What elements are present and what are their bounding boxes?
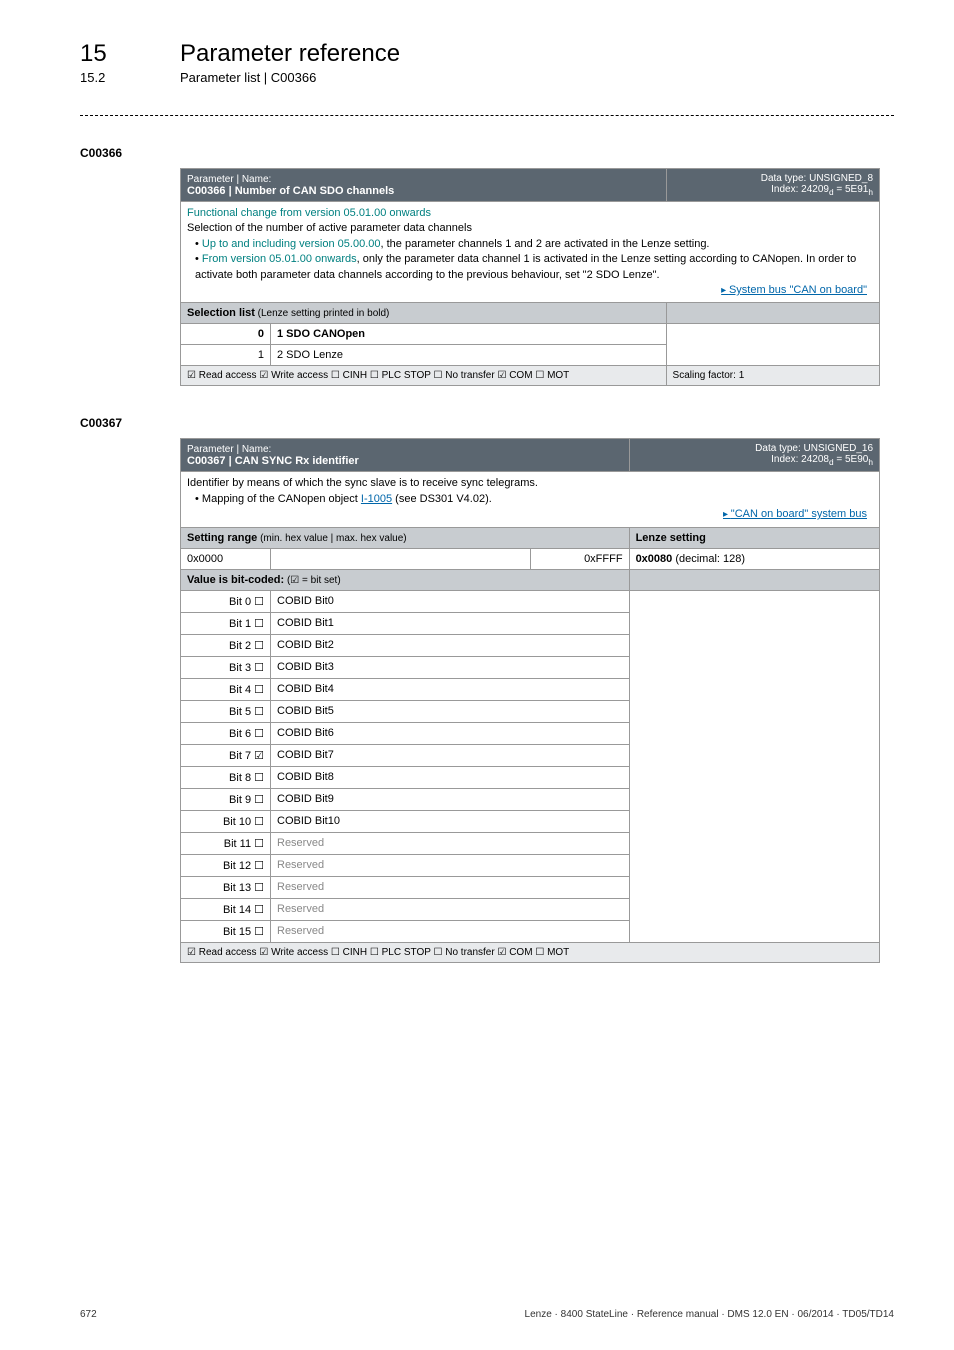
bit-value: COBID Bit7	[271, 744, 630, 766]
bit-value: COBID Bit8	[271, 766, 630, 788]
bullet-2: From version 05.01.00 onwards, only the …	[195, 252, 873, 283]
system-bus-link[interactable]: System bus "CAN on board"	[187, 283, 873, 298]
bit-value: COBID Bit2	[271, 634, 630, 656]
bullet-1: Up to and including version 05.00.00, th…	[195, 237, 873, 252]
bit-key: Bit 3 ☐	[181, 656, 271, 678]
bit-value: COBID Bit10	[271, 810, 630, 832]
param-name-label: Parameter | Name:	[187, 174, 271, 185]
sel-key-1: 1	[181, 345, 271, 366]
bit-value: COBID Bit5	[271, 700, 630, 722]
access-flags: ☑ Read access ☑ Write access ☐ CINH ☐ PL…	[181, 366, 667, 386]
scaling-factor: Scaling factor: 1	[666, 366, 879, 386]
param-title: C00366 | Number of CAN SDO channels	[187, 185, 394, 197]
bit-key: Bit 15 ☐	[181, 920, 271, 942]
doc-reference: Lenze · 8400 StateLine · Reference manua…	[525, 1309, 894, 1320]
bit-key: Bit 14 ☐	[181, 898, 271, 920]
bit-value: COBID Bit6	[271, 722, 630, 744]
access-flags: ☑ Read access ☑ Write access ☐ CINH ☐ PL…	[181, 942, 880, 962]
bit-value: Reserved	[271, 832, 630, 854]
data-type: Data type: UNSIGNED_16	[755, 443, 873, 454]
bit-key: Bit 1 ☐	[181, 612, 271, 634]
bit-value: Reserved	[271, 854, 630, 876]
bit-key: Bit 6 ☐	[181, 722, 271, 744]
range-min: 0x0000	[181, 548, 271, 569]
bit-key: Bit 13 ☐	[181, 876, 271, 898]
sel-val-0: 1 SDO CANOpen	[271, 324, 667, 345]
bit-value: COBID Bit1	[271, 612, 630, 634]
bit-key: Bit 7 ☑	[181, 744, 271, 766]
bit-value: Reserved	[271, 876, 630, 898]
mapping-bullet: Mapping of the CANopen object I-1005 (se…	[195, 492, 873, 507]
lenze-setting-header: Lenze setting	[629, 527, 879, 548]
bit-value: COBID Bit9	[271, 788, 630, 810]
bit-key: Bit 5 ☐	[181, 700, 271, 722]
bit-key: Bit 0 ☐	[181, 590, 271, 612]
param-table-c00366: Parameter | Name: C00366 | Number of CAN…	[180, 168, 880, 386]
page-number: 672	[80, 1309, 97, 1320]
section-number: 15.2	[80, 70, 140, 85]
bit-coded-header: Value is bit-coded:	[187, 574, 284, 586]
functional-change-note: Functional change from version 05.01.00 …	[187, 207, 431, 219]
can-on-board-link[interactable]: "CAN on board" system bus	[187, 507, 873, 522]
lenze-value: 0x0080 (decimal: 128)	[629, 548, 879, 569]
range-max: 0xFFFF	[531, 548, 630, 569]
bit-key: Bit 2 ☐	[181, 634, 271, 656]
sel-val-1: 2 SDO Lenze	[271, 345, 667, 366]
selection-desc: Selection of the number of active parame…	[187, 222, 472, 234]
param-table-c00367: Parameter | Name: C00367 | CAN SYNC Rx i…	[180, 438, 880, 962]
i1005-link[interactable]: I-1005	[361, 493, 392, 505]
bit-value: COBID Bit4	[271, 678, 630, 700]
sel-key-0: 0	[181, 324, 271, 345]
param-code-c00366: C00366	[80, 146, 894, 160]
param-code-c00367: C00367	[80, 416, 894, 430]
data-type: Data type: UNSIGNED_8	[761, 173, 873, 184]
param-title: C00367 | CAN SYNC Rx identifier	[187, 455, 359, 467]
divider	[80, 115, 894, 116]
chapter-number: 15	[80, 40, 140, 68]
bit-key: Bit 10 ☐	[181, 810, 271, 832]
setting-range-header: Setting range	[187, 532, 257, 544]
bit-value: Reserved	[271, 920, 630, 942]
identifier-desc: Identifier by means of which the sync sl…	[187, 477, 538, 489]
section-title: Parameter list | C00366	[180, 70, 316, 85]
bit-value: Reserved	[271, 898, 630, 920]
bit-key: Bit 11 ☐	[181, 832, 271, 854]
bit-value: COBID Bit3	[271, 656, 630, 678]
bit-key: Bit 9 ☐	[181, 788, 271, 810]
index-value: Index: 24208d = 5E90h	[771, 454, 873, 465]
bit-value: COBID Bit0	[271, 590, 630, 612]
bit-key: Bit 12 ☐	[181, 854, 271, 876]
index-value: Index: 24209d = 5E91h	[771, 184, 873, 195]
param-name-label: Parameter | Name:	[187, 444, 271, 455]
selection-list-header: Selection list	[187, 307, 255, 319]
bit-key: Bit 4 ☐	[181, 678, 271, 700]
bit-key: Bit 8 ☐	[181, 766, 271, 788]
chapter-title: Parameter reference	[180, 40, 400, 68]
